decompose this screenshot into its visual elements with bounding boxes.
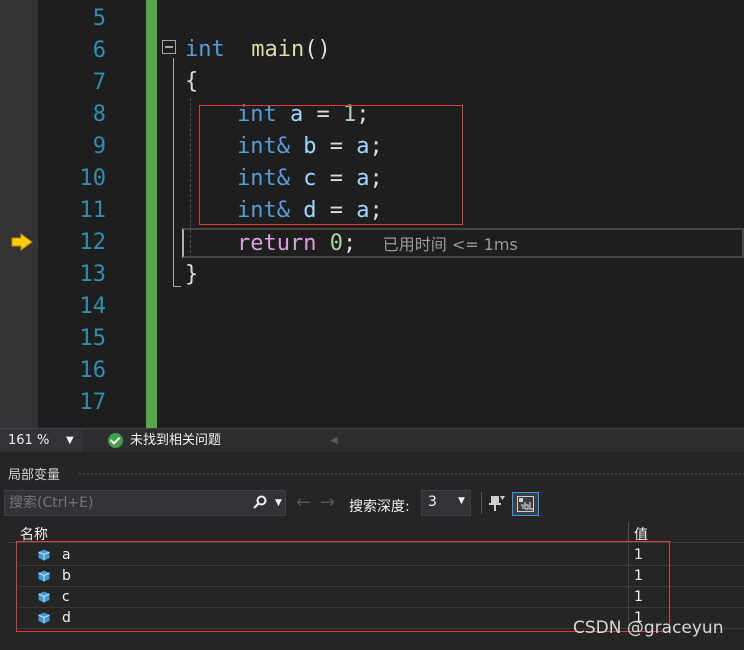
search-input[interactable] xyxy=(9,491,239,515)
perf-tip[interactable]: 已用时间 <= 1ms xyxy=(383,235,518,254)
code-editor[interactable]: 5 6 7 8 9 10 11 12 13 14 15 16 17 int ma… xyxy=(0,0,744,428)
line-number: 6 xyxy=(92,38,106,63)
panel-title: 局部变量 xyxy=(8,468,61,483)
toolbar-separator xyxy=(481,492,482,514)
collapse-icon[interactable] xyxy=(162,40,176,54)
chevron-down-icon[interactable]: ▼ xyxy=(275,495,282,511)
change-tracking-bar xyxy=(146,0,157,428)
semicolon: ; xyxy=(342,231,357,256)
zoom-value: 161 % xyxy=(8,433,50,448)
line-number: 8 xyxy=(92,102,106,127)
line-number: 17 xyxy=(79,390,107,415)
editor-status-bar: 161 % ▼ 未找到相关问题 ◀ xyxy=(0,428,744,452)
keyword: int xyxy=(185,37,225,62)
search-box[interactable]: ▼ xyxy=(4,490,286,516)
chevron-down-icon[interactable]: ▼ xyxy=(66,429,74,452)
glyph-margin[interactable] xyxy=(0,0,38,428)
column-splitter[interactable] xyxy=(628,522,629,542)
highlight-box-code xyxy=(199,105,463,225)
title-drag-grip[interactable] xyxy=(78,472,744,477)
punctuation: () xyxy=(304,37,331,62)
grid-header: 名称 值 xyxy=(8,522,744,543)
highlight-box-locals xyxy=(16,541,670,632)
line-number: 14 xyxy=(79,294,107,319)
open-brace: { xyxy=(185,69,199,94)
pin-filter-icon[interactable] xyxy=(488,494,506,512)
outline-line xyxy=(173,58,174,286)
issues-status[interactable]: 未找到相关问题 xyxy=(130,429,221,452)
line-number: 10 xyxy=(79,166,107,191)
line-number: 16 xyxy=(79,358,107,383)
code-line-13[interactable]: } xyxy=(185,259,198,291)
hex-display-button[interactable] xyxy=(512,492,539,516)
keyword-return: return xyxy=(237,231,317,256)
line-number: 12 xyxy=(79,230,107,255)
search-icon[interactable] xyxy=(253,495,267,509)
line-number: 15 xyxy=(79,326,107,351)
hex-display-icon xyxy=(517,496,534,512)
number-literal: 0 xyxy=(329,231,343,256)
back-arrow-icon[interactable]: ← xyxy=(296,492,311,514)
search-depth-label: 搜索深度: xyxy=(349,499,410,515)
close-brace: } xyxy=(185,262,199,287)
line-number: 11 xyxy=(79,198,107,223)
locals-window: 局部变量 ▼ ← → 搜索深度: 3 ▼ 名称 值 xyxy=(0,452,744,650)
line-number: 13 xyxy=(79,262,107,287)
code-line-7[interactable]: { xyxy=(185,66,198,98)
code-line-6[interactable]: int main() xyxy=(185,34,331,66)
code-line-12[interactable]: return 0; 已用时间 <= 1ms xyxy=(237,228,518,260)
watermark: CSDN @graceyun xyxy=(573,618,724,638)
forward-arrow-icon[interactable]: → xyxy=(320,492,335,514)
line-number: 5 xyxy=(92,6,106,31)
line-number: 7 xyxy=(92,70,106,95)
outline-line-end xyxy=(173,286,181,287)
line-number: 9 xyxy=(92,134,106,159)
current-statement-arrow-icon xyxy=(11,233,33,251)
chevron-down-icon: ▼ xyxy=(458,496,465,506)
success-check-icon xyxy=(108,433,123,448)
function-name: main xyxy=(251,37,305,62)
search-depth-value: 3 xyxy=(428,494,437,510)
scroll-left-icon[interactable]: ◀ xyxy=(330,429,338,452)
search-depth-select[interactable]: 3 ▼ xyxy=(421,490,471,516)
